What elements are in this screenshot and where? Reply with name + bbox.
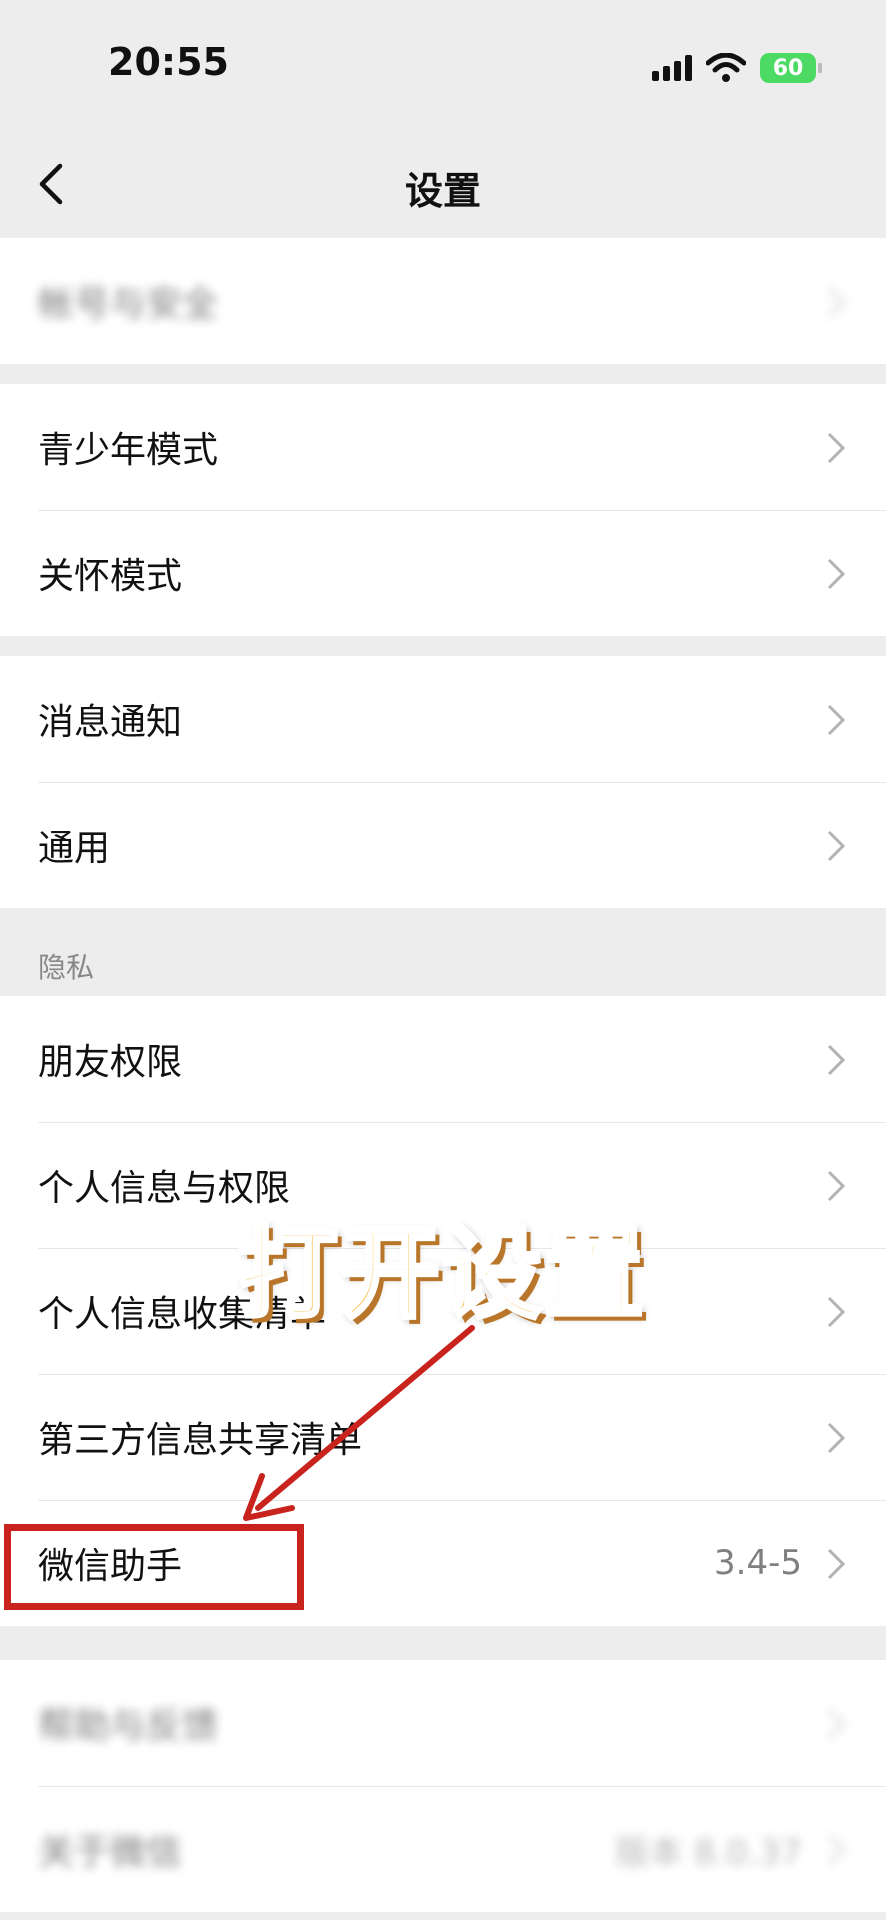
chevron-right-icon [827,1708,846,1740]
chevron-right-icon [827,558,846,590]
settings-item-label: 帮助与反馈 [38,1706,219,1747]
chevron-right-icon [827,432,846,464]
cellular-signal-icon [652,55,692,81]
settings-item-value: 版本 8.0.37 [615,1832,802,1873]
settings-item-account-security[interactable]: 帐号与安全 [0,238,886,364]
battery-icon: 60 [760,53,822,83]
highlight-box [4,1524,304,1610]
status-time: 20:55 [108,40,229,84]
settings-item-label: 关怀模式 [38,556,183,597]
settings-item-help-feedback[interactable]: 帮助与反馈 [0,1660,886,1786]
status-bar: 20:55 60 [0,0,886,130]
battery-level: 60 [772,55,804,81]
settings-item-teen-mode[interactable]: 青少年模式 [0,384,886,510]
settings-item-notifications[interactable]: 消息通知 [0,656,886,782]
settings-item-third-party-list[interactable]: 第三方信息共享清单 [0,1374,886,1500]
settings-item-label: 朋友权限 [38,1042,183,1083]
section-header-privacy: 隐私 [38,951,95,984]
page-title: 设置 [404,169,481,213]
settings-item-label: 关于微信 [38,1832,183,1873]
chevron-right-icon [827,1170,846,1202]
overlay-caption: 打开设置 [236,1213,646,1334]
settings-item-friend-permissions[interactable]: 朋友权限 [0,996,886,1122]
chevron-right-icon [827,1548,846,1580]
settings-group-general: 消息通知 通用 [0,656,886,908]
chevron-right-icon [827,830,846,862]
settings-item-label: 通用 [38,828,111,869]
chevron-right-icon [827,1834,846,1866]
settings-item-about-wechat[interactable]: 关于微信 版本 8.0.37 [0,1786,886,1912]
settings-item-label: 帐号与安全 [38,284,219,325]
chevron-right-icon [827,1422,846,1454]
settings-item-value: 3.4-5 [714,1543,802,1583]
settings-item-label: 消息通知 [38,702,183,743]
chevron-right-icon [827,286,846,318]
settings-item-care-mode[interactable]: 关怀模式 [0,510,886,636]
settings-item-label: 青少年模式 [38,430,219,471]
settings-group-account: 帐号与安全 [0,238,886,364]
nav-bar: 设置 [0,130,886,238]
chevron-right-icon [827,704,846,736]
wifi-icon [706,53,746,82]
settings-item-general[interactable]: 通用 [0,782,886,908]
settings-group-about: 帮助与反馈 关于微信 版本 8.0.37 [0,1660,886,1912]
status-icons: 60 [652,48,822,88]
settings-item-label: 第三方信息共享清单 [38,1420,363,1461]
chevron-right-icon [827,1044,846,1076]
chevron-right-icon [827,1296,846,1328]
settings-group-modes: 青少年模式 关怀模式 [0,384,886,636]
